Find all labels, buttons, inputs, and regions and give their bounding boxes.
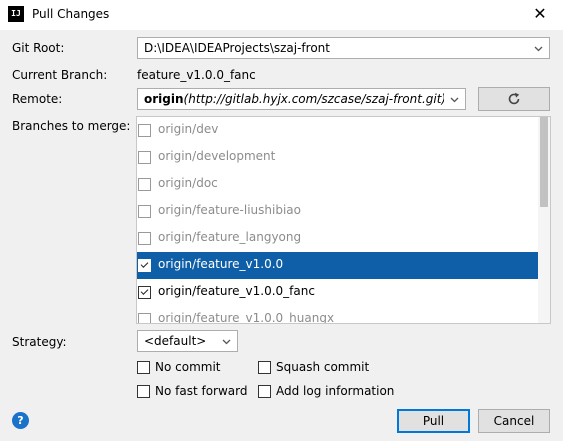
no-fast-forward-label: No fast forward [155, 384, 248, 398]
branch-list-item[interactable]: origin/feature_v1.0.0_huangx [137, 306, 539, 324]
cancel-button[interactable]: Cancel [478, 409, 550, 433]
branch-name: origin/feature_v1.0.0_huangx [158, 311, 335, 324]
git-root-value: D:\IDEA\IDEAProjects\szaj-front [144, 41, 330, 55]
branch-checkbox[interactable] [138, 124, 151, 137]
scrollbar-thumb[interactable] [540, 117, 548, 207]
branch-list-item[interactable]: origin/feature_langyong [137, 225, 539, 252]
branch-name: origin/feature-liushibiao [158, 203, 301, 217]
current-branch-value: feature_v1.0.0_fanc [137, 68, 256, 82]
refresh-icon [508, 92, 520, 105]
pull-button[interactable]: Pull [397, 409, 470, 433]
git-root-label-text: Git Root: [12, 41, 65, 55]
branch-checkbox[interactable] [138, 313, 151, 323]
branch-list-item[interactable]: origin/dev [137, 117, 539, 144]
checkmark-icon [140, 260, 149, 268]
no-fast-forward-checkbox[interactable] [137, 385, 150, 398]
branch-list-item[interactable]: origin/development [137, 144, 539, 171]
remote-url: (http://gitlab.hyjx.com/szcase/szaj-fron… [183, 92, 444, 106]
branch-name: origin/development [158, 149, 276, 163]
remote-label: Remote: [12, 92, 63, 106]
add-log-information-checkbox[interactable] [258, 385, 271, 398]
squash-commit-checkbox[interactable] [258, 361, 271, 374]
branches-scrollbar[interactable] [538, 117, 550, 323]
branch-list-item[interactable]: origin/doc [137, 171, 539, 198]
strategy-select[interactable]: <default> [137, 330, 238, 352]
branch-name: origin/dev [158, 122, 219, 136]
strategy-label: Strategy: [12, 335, 67, 349]
branches-list[interactable]: origin/dev origin/development origin/doc or… [136, 116, 551, 324]
branches-label: Branches to merge: [12, 119, 131, 133]
branch-checkbox[interactable] [138, 178, 151, 191]
branch-name: origin/feature_v1.0.0 [158, 257, 284, 271]
remote-name: origin [144, 92, 184, 106]
branch-list-item[interactable]: origin/feature_v1.0.0_fanc [137, 279, 539, 306]
close-icon[interactable]: ✕ [522, 2, 558, 26]
checkmark-icon [140, 287, 149, 295]
branch-list-item[interactable]: origin/feature_v1.0.0 [137, 252, 539, 279]
remote-select[interactable]: origin(http://gitlab.hyjx.com/szcase/sza… [137, 88, 466, 110]
add-log-information-label: Add log information [276, 384, 395, 398]
git-root-select[interactable]: D:\IDEA\IDEAProjects\szaj-front [137, 37, 550, 59]
refresh-remote-button[interactable] [478, 87, 550, 111]
branch-checkbox[interactable] [138, 286, 151, 299]
no-commit-label: No commit [155, 360, 221, 374]
window-title: Pull Changes [32, 7, 110, 21]
title-bar: IJ Pull Changes ✕ [0, 0, 563, 30]
branch-checkbox[interactable] [138, 232, 151, 245]
help-icon[interactable]: ? [12, 412, 29, 429]
branch-name: origin/feature_v1.0.0_fanc [158, 284, 315, 298]
squash-commit-label: Squash commit [276, 360, 370, 374]
chevron-down-icon [534, 46, 543, 52]
branch-list-item[interactable]: origin/feature-liushibiao [137, 198, 539, 225]
strategy-value: <default> [144, 334, 207, 348]
no-commit-checkbox[interactable] [137, 361, 150, 374]
branch-name: origin/feature_langyong [158, 230, 302, 244]
branch-name: origin/doc [158, 176, 218, 190]
chevron-down-icon [222, 339, 231, 345]
intellij-app-icon: IJ [8, 6, 24, 22]
current-branch-label: Current Branch: [12, 68, 108, 82]
remote-value: origin(http://gitlab.hyjx.com/szcase/sza… [144, 92, 444, 106]
branch-checkbox[interactable] [138, 205, 151, 218]
branch-checkbox[interactable] [138, 259, 151, 272]
chevron-down-icon [450, 97, 459, 103]
branch-checkbox[interactable] [138, 151, 151, 164]
git-root-label: Git Root: [12, 41, 64, 55]
